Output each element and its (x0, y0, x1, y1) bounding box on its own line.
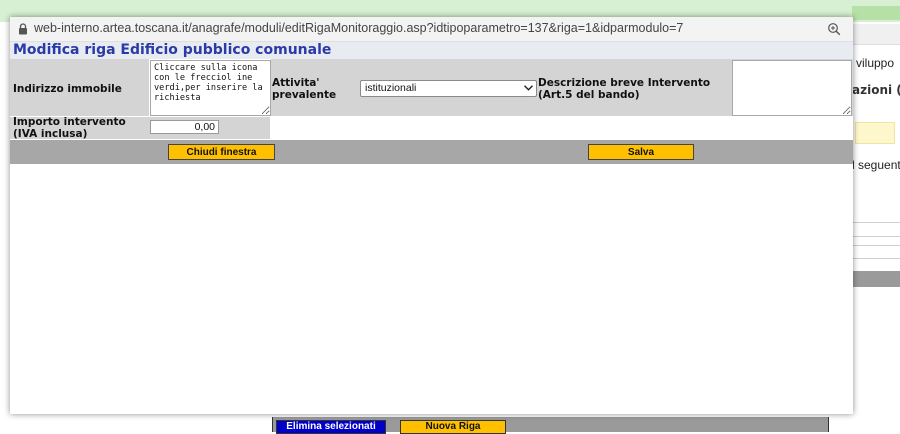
url-text[interactable]: web-interno.artea.toscana.it/anagrafe/mo… (34, 21, 683, 35)
zoom-icon[interactable] (827, 22, 841, 36)
page-title: Modifica riga Edificio pubblico comunale (13, 42, 332, 58)
attivita-selected-value: istituzionali (365, 82, 417, 94)
background-divider (852, 236, 900, 237)
background-seguente-text: l seguente (852, 158, 900, 172)
indirizzo-label: Indirizzo immobile (13, 83, 122, 95)
importo-label: Importo intervento (IVA inclusa) (13, 116, 126, 140)
popup-window: web-interno.artea.toscana.it/anagrafe/mo… (10, 17, 853, 414)
importo-field[interactable]: 0,00 (150, 120, 219, 134)
descrizione-label: Descrizione breve Intervento (Art.5 del … (538, 77, 711, 101)
background-gray-bar (852, 24, 900, 45)
background-azioni-tab[interactable]: azioni (0) (852, 83, 900, 97)
background-notice-box (855, 122, 895, 144)
lock-icon (19, 23, 27, 35)
background-table-header (852, 271, 900, 287)
background-divider (852, 222, 900, 223)
close-window-button[interactable]: Chiudi finestra (168, 144, 275, 160)
save-button[interactable]: Salva (588, 144, 694, 160)
background-divider (852, 245, 900, 246)
popup-title-bar: Modifica riga Edificio pubblico comunale (10, 42, 853, 60)
address-bar[interactable]: web-interno.artea.toscana.it/anagrafe/mo… (10, 17, 853, 42)
attivita-select[interactable]: istituzionali (360, 80, 537, 97)
indirizzo-field[interactable]: Cliccare sulla icona con le frecciol ine… (150, 60, 271, 116)
popup-button-bar (10, 140, 853, 164)
background-divider (852, 258, 900, 259)
descrizione-field[interactable] (732, 60, 852, 116)
background-green-bar (852, 6, 900, 20)
chevron-down-icon (524, 85, 533, 91)
background-sviluppo-text: viluppo (856, 56, 895, 70)
attivita-label: Attivita' prevalente (272, 77, 337, 101)
